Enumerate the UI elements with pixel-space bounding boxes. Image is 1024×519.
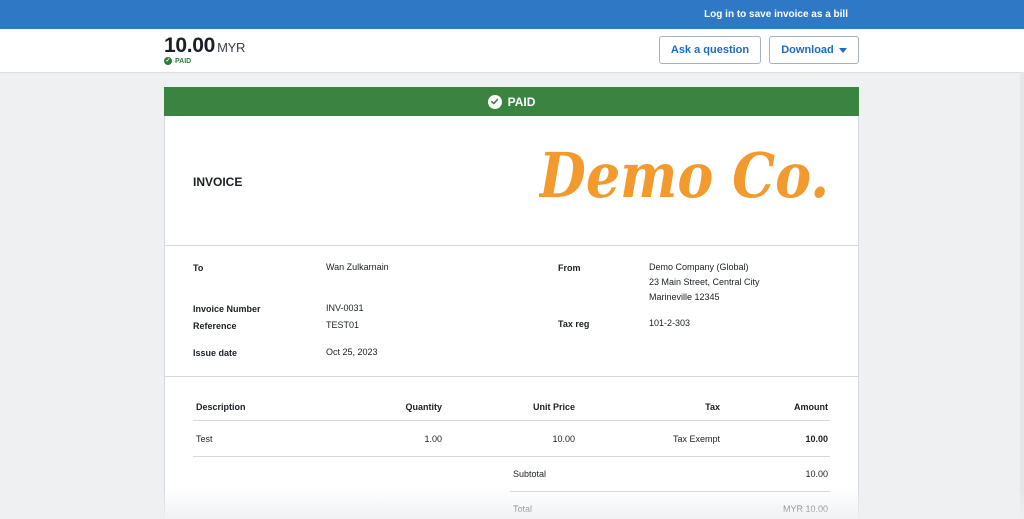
paid-banner: PAID [164, 87, 859, 116]
from-line-3: Marineville 12345 [649, 292, 720, 302]
to-value: Wan Zulkarnain [326, 262, 389, 272]
paid-status-label: PAID [175, 57, 192, 65]
col-description: Description [196, 402, 246, 412]
row-quantity: 1.00 [424, 434, 442, 444]
invoice-number-label: Invoice Number [193, 304, 261, 314]
svg-text:Demo Co.: Demo Co. [539, 139, 829, 212]
top-bar: Log in to save invoice as a bill [0, 0, 1024, 29]
invoice-document: INVOICE Demo Co. To Wan Zulkarnain Invoi… [164, 116, 859, 519]
invoice-header: 10.00 MYR ✓ PAID Ask a question Download [0, 29, 1024, 73]
row-amount: 10.00 [805, 434, 828, 444]
invoice-amount: 10.00 MYR [164, 34, 245, 58]
to-label: To [193, 263, 204, 273]
col-tax: Tax [705, 402, 720, 412]
col-quantity: Quantity [405, 402, 442, 412]
download-label: Download [781, 44, 834, 56]
row-description: Test [196, 434, 213, 444]
subtotal-value: 10.00 [805, 469, 828, 479]
issue-date-label: Issue date [193, 348, 238, 358]
ask-question-button[interactable]: Ask a question [659, 36, 761, 64]
from-label: From [558, 263, 581, 273]
row-unit-price: 10.00 [552, 434, 575, 444]
amount-currency: MYR [217, 40, 246, 55]
login-link[interactable]: Log in to save invoice as a bill [704, 9, 848, 20]
paid-status: ✓ PAID [164, 57, 191, 65]
from-line-1: Demo Company (Global) [649, 262, 749, 272]
chevron-down-icon [838, 48, 847, 53]
total-label: Total [513, 504, 533, 514]
divider [165, 245, 858, 246]
check-circle-icon [487, 94, 502, 109]
row-divider [193, 420, 830, 421]
divider [165, 376, 858, 377]
invoice-number-value: INV-0031 [326, 303, 364, 313]
tax-reg-label: Tax reg [558, 319, 590, 329]
row-divider [193, 456, 830, 457]
col-amount: Amount [794, 402, 828, 412]
row-divider [510, 491, 830, 492]
tax-reg-value: 101-2-303 [649, 318, 691, 328]
subtotal-label: Subtotal [513, 469, 547, 479]
paid-banner-label: PAID [507, 94, 536, 109]
scrollbar[interactable] [1020, 72, 1024, 519]
amount-value: 10.00 [164, 34, 216, 57]
reference-value: TEST01 [326, 320, 360, 330]
col-unit-price: Unit Price [532, 402, 575, 412]
company-logo: Demo Co. [539, 139, 829, 212]
reference-label: Reference [193, 321, 237, 331]
issue-date-value: Oct 25, 2023 [326, 347, 378, 357]
check-circle-icon: ✓ [164, 57, 172, 65]
total-value: MYR 10.00 [782, 504, 828, 514]
from-line-2: 23 Main Street, Central City [649, 277, 760, 287]
row-tax: Tax Exempt [672, 434, 720, 444]
invoice-title: INVOICE [193, 175, 243, 189]
download-button[interactable]: Download [769, 36, 859, 64]
